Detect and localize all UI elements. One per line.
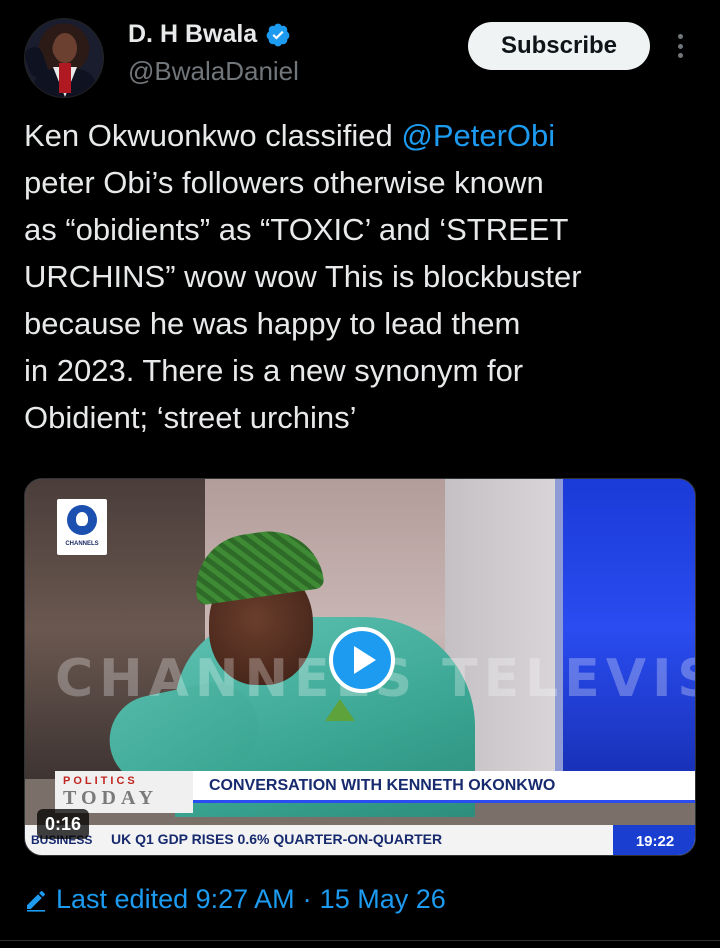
channel-logo-text: CHANNELS (65, 541, 99, 547)
name-row: D. H Bwala (128, 20, 291, 49)
tweet-line: Obidient; ‘street urchins’ (24, 400, 357, 435)
play-icon[interactable] (329, 627, 395, 693)
tweet-line: because he was happy to lead them (24, 306, 521, 341)
dot (677, 43, 683, 49)
tweet-line: in 2023. There is a new synonym for (24, 353, 524, 388)
channel-logo: CHANNELS (57, 499, 107, 555)
video-background-blue (555, 479, 695, 779)
avatar-tie (59, 63, 71, 93)
program-badge: POLITICS TODAY (55, 771, 193, 813)
divider (0, 940, 720, 941)
globe-icon (67, 505, 97, 535)
tweet-header: D. H Bwala @BwalaDaniel Subscribe (24, 16, 696, 98)
program-bottom-text: TODAY (63, 787, 159, 809)
tweet-text-segment: Ken Okwuonkwo classified (24, 118, 402, 153)
tweet-line: as “obidients” as “TOXIC’ and ‘STREET (24, 212, 569, 247)
handle[interactable]: @BwalaDaniel (128, 56, 299, 87)
ticker-time: 19:22 (613, 825, 695, 855)
ticker-text: UK Q1 GDP RISES 0.6% QUARTER-ON-QUARTER (111, 831, 443, 847)
avatar[interactable] (24, 18, 104, 98)
news-ticker: BUSINESS UK Q1 GDP RISES 0.6% QUARTER-ON… (25, 825, 695, 855)
tweet-line: URCHINS” wow wow This is blockbuster (24, 259, 582, 294)
tweet-line: peter Obi’s followers otherwise known (24, 165, 544, 200)
mention-link[interactable]: @PeterObi (401, 118, 555, 153)
headline-text: CONVERSATION WITH KENNETH OKONKWO (209, 777, 556, 794)
edited-label: Last edited 9:27 AM (56, 884, 295, 914)
tweet-line: Ken Okwuonkwo classified @PeterObi (24, 112, 696, 159)
dot (677, 53, 683, 58)
edited-date: 15 May 26 (319, 884, 446, 914)
avatar-head (53, 33, 77, 63)
display-name[interactable]: D. H Bwala (128, 20, 257, 49)
verified-badge-icon (266, 23, 290, 46)
edit-pencil-icon (27, 890, 46, 912)
separator: · (302, 884, 312, 914)
dot (677, 34, 683, 39)
vertical-ellipsis-icon[interactable] (668, 30, 692, 62)
video-duration-badge: 0:16 (37, 809, 90, 839)
video-background-stripe (555, 479, 563, 779)
video-player[interactable]: CHANNELS TELEVISION CHANNELS CONVERSATIO… (24, 478, 696, 856)
tweet-text: Ken Okwuonkwo classified @PeterObi peter… (24, 112, 696, 441)
subscribe-button[interactable]: Subscribe (468, 22, 650, 70)
program-top-text: POLITICS (63, 775, 138, 787)
lower-third: CONVERSATION WITH KENNETH OKONKWO POLITI… (25, 771, 695, 813)
headline-bar: CONVERSATION WITH KENNETH OKONKWO (177, 771, 695, 803)
edit-history-link[interactable]: Last edited 9:27 AM · 15 May 26 (24, 884, 446, 915)
